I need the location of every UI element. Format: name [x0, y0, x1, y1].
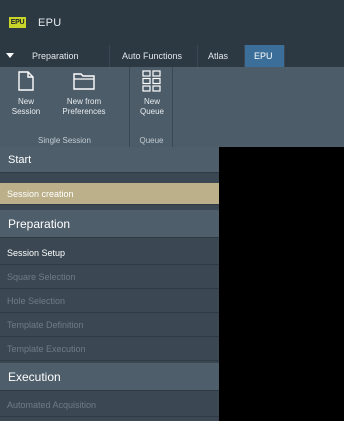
- new-queue-button[interactable]: New Queue: [131, 69, 173, 123]
- ribbon-group-single-session: New Session New from Preferences Single …: [0, 67, 130, 147]
- tab-preparation[interactable]: Preparation: [0, 45, 110, 67]
- new-queue-label: New Queue: [139, 97, 165, 116]
- ribbon: New Session New from Preferences Single …: [0, 67, 344, 147]
- queue-grid-icon: [140, 69, 164, 93]
- tab-auto-functions[interactable]: Auto Functions: [110, 45, 198, 67]
- window-title: EPU: [38, 16, 62, 29]
- app-logo-icon: EPU: [9, 17, 26, 28]
- ribbon-group-queue: New Queue Queue: [131, 67, 173, 147]
- tab-atlas[interactable]: Atlas: [198, 45, 245, 67]
- new-document-icon: [14, 69, 38, 93]
- section-execution: Execution: [0, 363, 219, 391]
- new-from-preferences-label: New from Preferences: [62, 97, 106, 116]
- step-square-selection[interactable]: Square Selection: [0, 265, 219, 289]
- title-bar: EPU EPU: [0, 0, 344, 45]
- step-session-setup[interactable]: Session Setup: [0, 241, 219, 265]
- workflow-sidebar: Start Session creation Preparation Sessi…: [0, 147, 219, 421]
- ribbon-group-label: Queue: [139, 136, 164, 145]
- ribbon-group-label: Single Session: [38, 136, 91, 145]
- new-session-button[interactable]: New Session: [4, 69, 48, 123]
- tab-bar: Preparation Auto Functions Atlas EPU: [0, 45, 344, 67]
- new-from-preferences-button[interactable]: New from Preferences: [49, 69, 119, 123]
- step-session-creation[interactable]: Session creation: [0, 183, 219, 205]
- section-start: Start: [0, 147, 219, 173]
- folder-icon: [72, 69, 96, 93]
- step-template-execution[interactable]: Template Execution: [0, 337, 219, 361]
- tab-epu[interactable]: EPU: [245, 45, 285, 67]
- section-preparation: Preparation: [0, 210, 219, 238]
- main-viewport[interactable]: [219, 147, 344, 421]
- step-template-definition[interactable]: Template Definition: [0, 313, 219, 337]
- step-automated-acquisition[interactable]: Automated Acquisition: [0, 393, 219, 417]
- new-session-label: New Session: [11, 97, 41, 116]
- step-hole-selection[interactable]: Hole Selection: [0, 289, 219, 313]
